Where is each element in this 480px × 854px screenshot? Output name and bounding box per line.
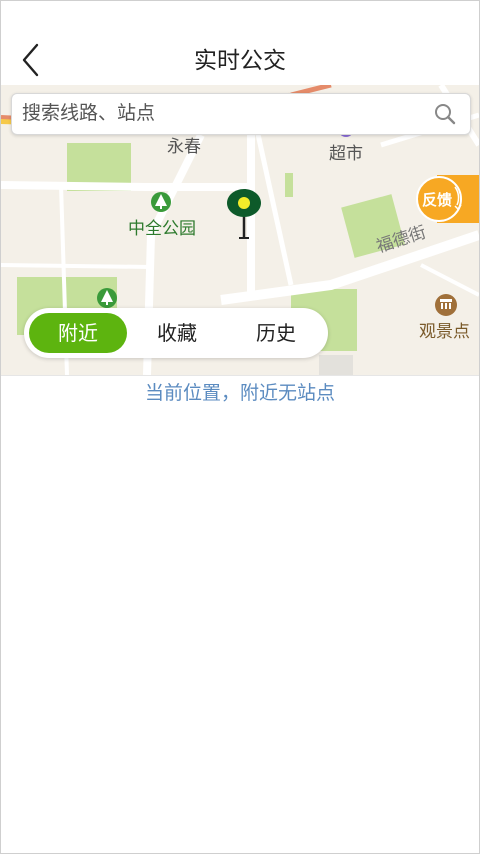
tab-nearby[interactable]: 附近 <box>29 313 127 353</box>
map-label-supermarket: 超市 <box>329 144 363 164</box>
tab-favorites[interactable]: 收藏 <box>128 313 226 353</box>
building-block <box>319 355 353 375</box>
scenic-poi-icon <box>435 294 457 316</box>
park-block <box>285 173 293 197</box>
header-bar: 实时公交 <box>1 1 479 85</box>
feedback-button[interactable]: 反馈 <box>415 175 479 223</box>
search-bar[interactable] <box>11 93 471 135</box>
park-poi-icon <box>151 192 171 212</box>
tab-history[interactable]: 历史 <box>227 313 325 353</box>
map-label-scenic: 观景点 <box>419 322 470 342</box>
search-input[interactable] <box>22 98 402 128</box>
page-title: 实时公交 <box>194 48 286 74</box>
app-window: 实时公交 永春 超市 中全公园 福德街 观景点 搜索线路、站点 反馈 附近 收藏… <box>0 0 480 854</box>
map-label-yongchun: 永春 <box>167 137 201 157</box>
park-poi-icon <box>97 288 117 308</box>
search-icon[interactable] <box>434 103 456 125</box>
results-list-area <box>1 412 479 853</box>
map-label-park: 中全公园 <box>128 219 196 239</box>
tab-bar: 附近 收藏 历史 <box>24 308 328 358</box>
feedback-label: 反馈 <box>422 191 453 209</box>
nearby-status-message: 当前位置，附近无站点 <box>1 375 479 413</box>
